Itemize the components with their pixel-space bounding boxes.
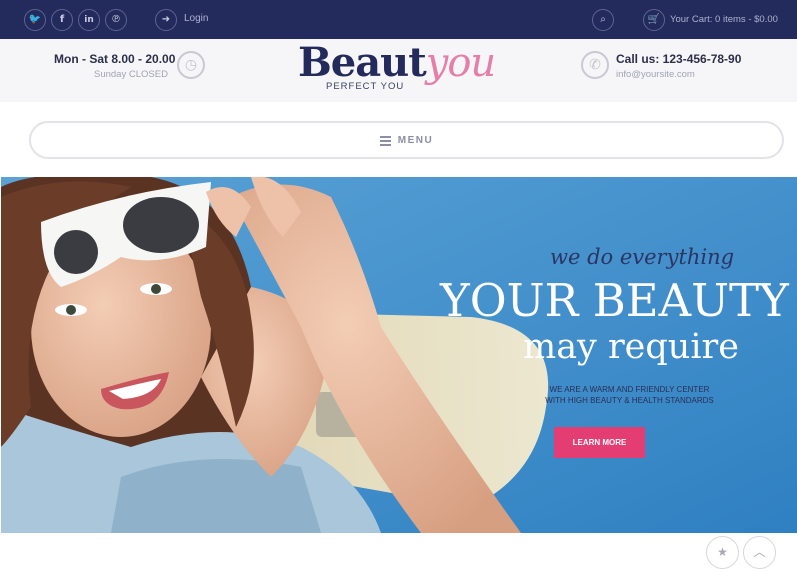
opening-hours: Mon - Sat 8.00 - 20.00 [54, 52, 176, 66]
hero-description-line-1: WE ARE A WARM AND FRIENDLY CENTER [549, 385, 710, 394]
top-bar: 🐦 f in ℗ ➜ Login ⌕ 🛒 Your Cart: 0 items … [0, 0, 797, 39]
closed-day: Sunday CLOSED [94, 69, 168, 80]
facebook-icon[interactable]: f [51, 9, 73, 31]
site-header: Mon - Sat 8.00 - 20.00 Sunday CLOSED ◷ B… [0, 39, 797, 102]
email-address[interactable]: info@yoursite.com [616, 69, 695, 80]
search-icon[interactable]: ⌕ [592, 9, 614, 31]
clock-icon: ◷ [177, 51, 205, 79]
logo-text-accent: you [425, 40, 496, 86]
logo-tagline: PERFECT YOU [326, 81, 405, 92]
hero-script-line: we do everything [550, 245, 735, 269]
twitter-icon[interactable]: 🐦 [24, 9, 46, 31]
phone-number[interactable]: Call us: 123-456-78-90 [616, 52, 741, 66]
linkedin-icon[interactable]: in [78, 9, 100, 31]
site-logo[interactable]: Beautyou [298, 39, 496, 86]
pinterest-icon[interactable]: ℗ [105, 9, 127, 31]
phone-icon: ✆ [581, 51, 609, 79]
cart-summary[interactable]: Your Cart: 0 items - $0.00 [670, 14, 778, 25]
hamburger-icon[interactable] [379, 135, 391, 146]
hero-description: WE ARE A WARM AND FRIENDLY CENTER WITH H… [531, 384, 728, 406]
menu-toggle[interactable]: MENU [398, 135, 433, 146]
cart-icon[interactable]: 🛒 [643, 9, 665, 31]
menu-bar[interactable]: MENU [29, 121, 784, 159]
favorite-star-icon[interactable]: ★ [706, 536, 739, 569]
login-link[interactable]: Login [184, 13, 208, 24]
hero-title: YOUR BEAUTY [440, 274, 789, 327]
learn-more-button[interactable]: LEARN MORE [554, 427, 645, 458]
scroll-to-top-icon[interactable]: ︿ [743, 536, 776, 569]
logo-text-main: Beaut [298, 39, 427, 86]
hero-banner: we do everything YOUR BEAUTY may require… [1, 177, 797, 533]
hero-subtitle: may require [523, 327, 739, 367]
login-icon[interactable]: ➜ [155, 9, 177, 31]
hero-description-line-2: WITH HIGH BEAUTY & HEALTH STANDARDS [545, 396, 714, 405]
